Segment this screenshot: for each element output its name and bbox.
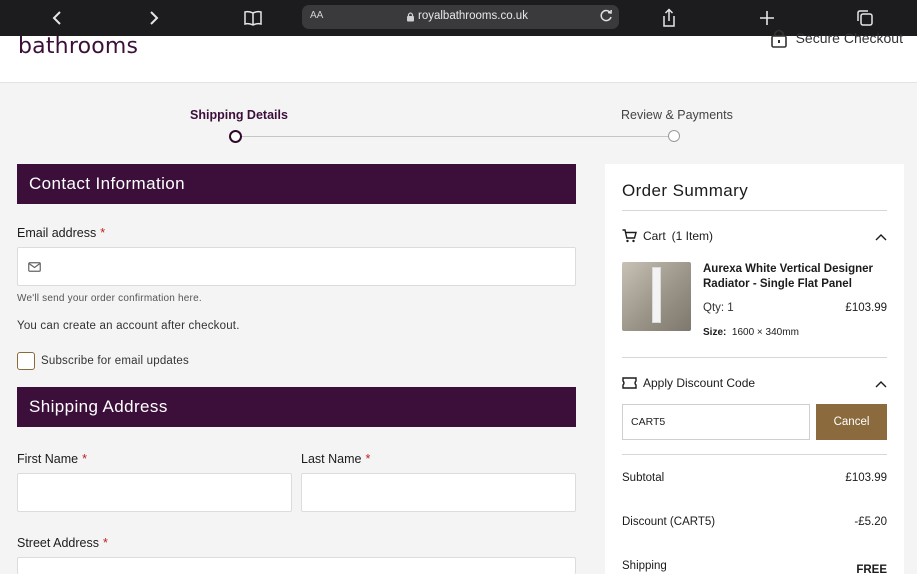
product-qty: Qty: 1 bbox=[703, 302, 734, 314]
divider bbox=[622, 454, 887, 455]
divider bbox=[622, 210, 887, 211]
first-name-label-text: First Name bbox=[17, 452, 79, 466]
email-hint: We'll send your order confirmation here. bbox=[17, 293, 202, 304]
share-icon[interactable] bbox=[657, 6, 681, 30]
email-field[interactable] bbox=[17, 247, 576, 286]
step-indicator-active bbox=[229, 130, 242, 143]
product-size: Size: 1600 × 340mm bbox=[703, 327, 799, 338]
size-value: 1600 × 340mm bbox=[731, 327, 799, 338]
divider bbox=[622, 357, 887, 358]
size-label: Size: bbox=[703, 327, 727, 338]
chevron-up-icon[interactable] bbox=[875, 380, 887, 388]
last-name-field[interactable] bbox=[301, 473, 576, 512]
required-mark: * bbox=[365, 452, 371, 466]
reload-icon[interactable] bbox=[598, 8, 614, 24]
street-address-field[interactable] bbox=[17, 557, 576, 574]
secure-checkout: Secure Checkout bbox=[770, 28, 903, 48]
first-name-label: First Name * bbox=[17, 452, 87, 466]
secure-checkout-label: Secure Checkout bbox=[795, 30, 903, 46]
subtotal-value: £103.99 bbox=[845, 472, 887, 484]
stepper-line bbox=[241, 136, 669, 137]
order-summary-panel: Order Summary Cart (1 Item) Aurexa White… bbox=[605, 164, 904, 574]
mail-icon bbox=[28, 262, 41, 272]
url-text: royalbathrooms.co.uk bbox=[418, 10, 528, 22]
product-price: £103.99 bbox=[845, 302, 887, 314]
step-shipping-details: Shipping Details bbox=[190, 108, 288, 122]
step-review-payments: Review & Payments bbox=[621, 108, 733, 122]
back-icon[interactable] bbox=[45, 6, 69, 30]
product-name: Aurexa White Vertical Designer Radiator … bbox=[703, 263, 874, 290]
discount-line-label: Discount (CART5) bbox=[622, 516, 716, 528]
subscribe-checkbox[interactable] bbox=[17, 352, 35, 370]
lock-icon bbox=[407, 12, 414, 22]
subscribe-label[interactable]: Subscribe for email updates bbox=[41, 355, 189, 367]
shipping-section-title: Shipping Address bbox=[17, 387, 576, 427]
cart-label: Cart bbox=[643, 229, 666, 243]
discount-line-value: -£5.20 bbox=[854, 516, 887, 528]
product-thumbnail bbox=[622, 262, 691, 331]
street-address-label-text: Street Address bbox=[17, 536, 99, 550]
account-note: You can create an account after checkout… bbox=[17, 320, 240, 332]
contact-section-title: Contact Information bbox=[17, 164, 576, 204]
ticket-icon bbox=[622, 377, 637, 389]
shipping-label: Shipping bbox=[622, 560, 667, 572]
new-tab-icon[interactable] bbox=[755, 6, 779, 30]
required-mark: * bbox=[100, 226, 106, 240]
site-header: bathrooms Secure Checkout bbox=[0, 29, 917, 83]
email-label: Email address * bbox=[17, 226, 105, 240]
discount-label: Apply Discount Code bbox=[643, 376, 756, 390]
last-name-label-text: Last Name bbox=[301, 452, 362, 466]
radiator-image bbox=[652, 267, 661, 323]
site-logo[interactable]: bathrooms bbox=[18, 34, 138, 59]
street-address-label: Street Address * bbox=[17, 536, 108, 550]
address-bar[interactable]: AA royalbathrooms.co.uk bbox=[302, 5, 619, 29]
cancel-discount-button[interactable]: Cancel bbox=[816, 404, 887, 440]
order-summary-title: Order Summary bbox=[622, 181, 749, 200]
cart-toggle[interactable]: Cart (1 Item) bbox=[622, 229, 713, 243]
step-indicator-inactive bbox=[668, 130, 680, 142]
discount-toggle[interactable]: Apply Discount Code bbox=[622, 376, 755, 390]
shipping-value: FREE bbox=[856, 564, 887, 574]
padlock-icon bbox=[770, 29, 787, 48]
first-name-field[interactable] bbox=[17, 473, 292, 512]
discount-code-input[interactable]: CART5 bbox=[622, 404, 810, 440]
required-mark: * bbox=[82, 452, 87, 466]
text-size-button[interactable]: AA bbox=[310, 10, 323, 21]
bookmarks-icon[interactable] bbox=[241, 6, 265, 30]
cart-icon bbox=[622, 229, 637, 243]
cart-count: (1 Item) bbox=[671, 229, 714, 243]
email-label-text: Email address bbox=[17, 226, 97, 240]
subtotal-label: Subtotal bbox=[622, 472, 665, 484]
chevron-up-icon[interactable] bbox=[875, 233, 887, 241]
tabs-icon[interactable] bbox=[853, 6, 877, 30]
forward-icon[interactable] bbox=[142, 6, 166, 30]
last-name-label: Last Name * bbox=[301, 452, 370, 466]
required-mark: * bbox=[103, 536, 108, 550]
